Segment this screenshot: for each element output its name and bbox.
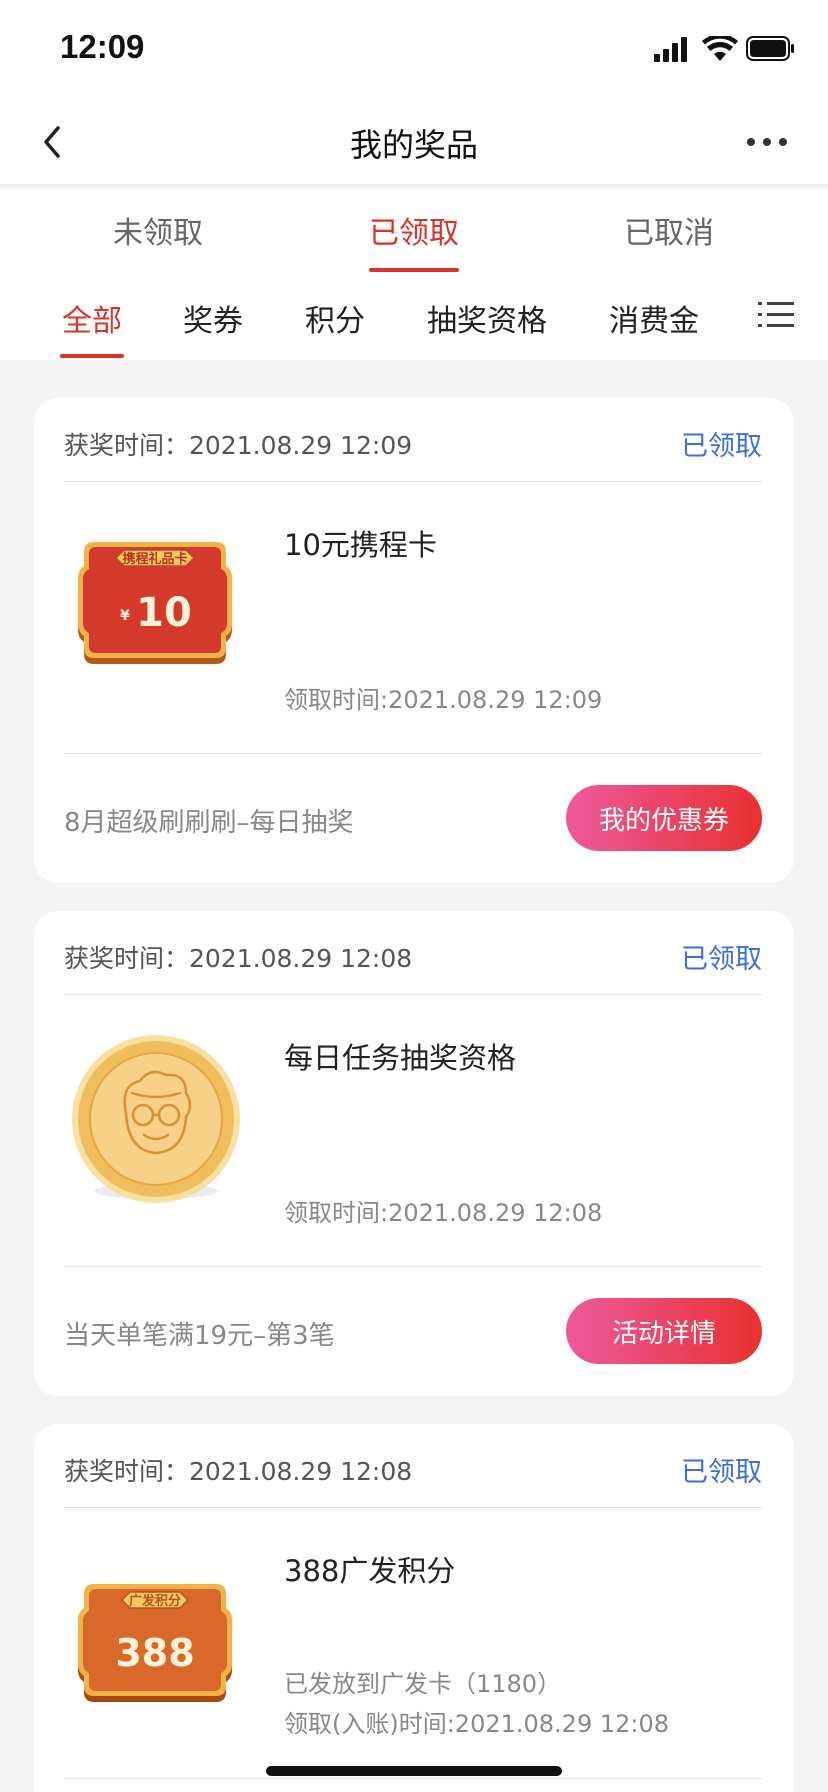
card-header: 获奖时间：2021.08.29 12:08 已领取 bbox=[64, 1446, 762, 1488]
claim-status: 已领取 bbox=[681, 1457, 762, 1488]
category-tab-points[interactable]: 积分 bbox=[305, 296, 365, 340]
gift-card-badge-text: 携程礼品卡 bbox=[122, 551, 187, 567]
nav-bar: 我的奖品 bbox=[0, 100, 828, 184]
signal-icon bbox=[654, 37, 687, 62]
activity-source: 当天单笔满19元–第3笔 bbox=[64, 1321, 335, 1351]
divider bbox=[64, 753, 762, 754]
claim-time: 领取时间:2021.08.29 12:09 bbox=[284, 686, 603, 714]
category-tabs: 全部 奖券 积分 抽奖资格 消费金 bbox=[0, 274, 828, 360]
wifi-icon bbox=[702, 36, 738, 61]
category-active-underline bbox=[60, 354, 124, 358]
card-header: 获奖时间：2021.08.29 12:08 已领取 bbox=[64, 933, 762, 975]
points-card-badge-text: 广发积分 bbox=[129, 1593, 181, 1609]
list-menu-icon[interactable] bbox=[758, 300, 794, 330]
currency-symbol: ¥ bbox=[120, 608, 130, 624]
prize-name: 每日任务抽奖资格 bbox=[284, 1041, 517, 1075]
award-time: 获奖时间：2021.08.29 12:09 bbox=[64, 431, 413, 460]
category-tab-all[interactable]: 全部 bbox=[62, 296, 122, 340]
divider bbox=[64, 1778, 762, 1779]
issued-to-card: 已发放到广发卡（1180） bbox=[284, 1670, 562, 1698]
category-tab-spending-credit[interactable]: 消费金 bbox=[609, 296, 699, 340]
prize-card[interactable]: 获奖时间：2021.08.29 12:09 已领取 携程礼品卡 ¥ 10 10元… bbox=[34, 398, 794, 883]
cgb-points-card-icon: 广发积分 388 bbox=[78, 1584, 232, 1702]
claim-time: 领取(入账)时间:2021.08.29 12:08 bbox=[284, 1710, 670, 1738]
category-tab-coupons[interactable]: 奖券 bbox=[183, 296, 243, 340]
my-coupons-button[interactable]: 我的优惠券 bbox=[566, 785, 762, 851]
prize-card[interactable]: 获奖时间：2021.08.29 12:08 已领取 广发积分 388 388广发… bbox=[34, 1424, 794, 1792]
card-header: 获奖时间：2021.08.29 12:09 已领取 bbox=[64, 420, 762, 462]
tab-active-underline bbox=[369, 268, 459, 272]
category-tab-lottery[interactable]: 抽奖资格 bbox=[427, 296, 547, 340]
more-dots-icon[interactable] bbox=[746, 136, 788, 148]
battery-icon bbox=[746, 36, 794, 61]
prize-name: 10元携程卡 bbox=[284, 528, 437, 562]
divider bbox=[64, 994, 762, 995]
prize-card[interactable]: 获奖时间：2021.08.29 12:08 已领取 每日任务抽奖资格 领取时间:… bbox=[34, 911, 794, 1396]
claim-status: 已领取 bbox=[681, 431, 762, 462]
nav-shadow bbox=[0, 184, 828, 192]
gift-card-amount: 10 bbox=[136, 590, 192, 636]
gold-coin-grandma-icon bbox=[72, 1035, 240, 1203]
status-icons bbox=[654, 36, 794, 62]
prize-name: 388广发积分 bbox=[284, 1554, 456, 1588]
status-tabs: 未领取 已领取 已取消 bbox=[0, 184, 828, 274]
divider bbox=[64, 481, 762, 482]
activity-source: 8月超级刷刷刷–每日抽奖 bbox=[64, 808, 354, 838]
home-indicator bbox=[266, 1766, 562, 1776]
status-time: 12:09 bbox=[60, 28, 145, 65]
activity-details-button[interactable]: 活动详情 bbox=[566, 1298, 762, 1364]
claim-time: 领取时间:2021.08.29 12:08 bbox=[284, 1199, 603, 1227]
claim-status: 已领取 bbox=[681, 944, 762, 975]
status-bar: 12:09 bbox=[0, 0, 828, 100]
page-title: 我的奖品 bbox=[349, 126, 478, 164]
tab-claimed[interactable]: 已领取 bbox=[314, 208, 514, 252]
divider bbox=[64, 1266, 762, 1267]
points-card-amount: 388 bbox=[115, 1631, 194, 1675]
award-time: 获奖时间：2021.08.29 12:08 bbox=[64, 944, 413, 973]
divider bbox=[64, 1507, 762, 1508]
tab-unclaimed[interactable]: 未领取 bbox=[58, 208, 258, 252]
ctrip-gift-card-icon: 携程礼品卡 ¥ 10 bbox=[78, 542, 232, 664]
award-time: 获奖时间：2021.08.29 12:08 bbox=[64, 1457, 413, 1486]
tab-cancelled[interactable]: 已取消 bbox=[569, 208, 769, 252]
